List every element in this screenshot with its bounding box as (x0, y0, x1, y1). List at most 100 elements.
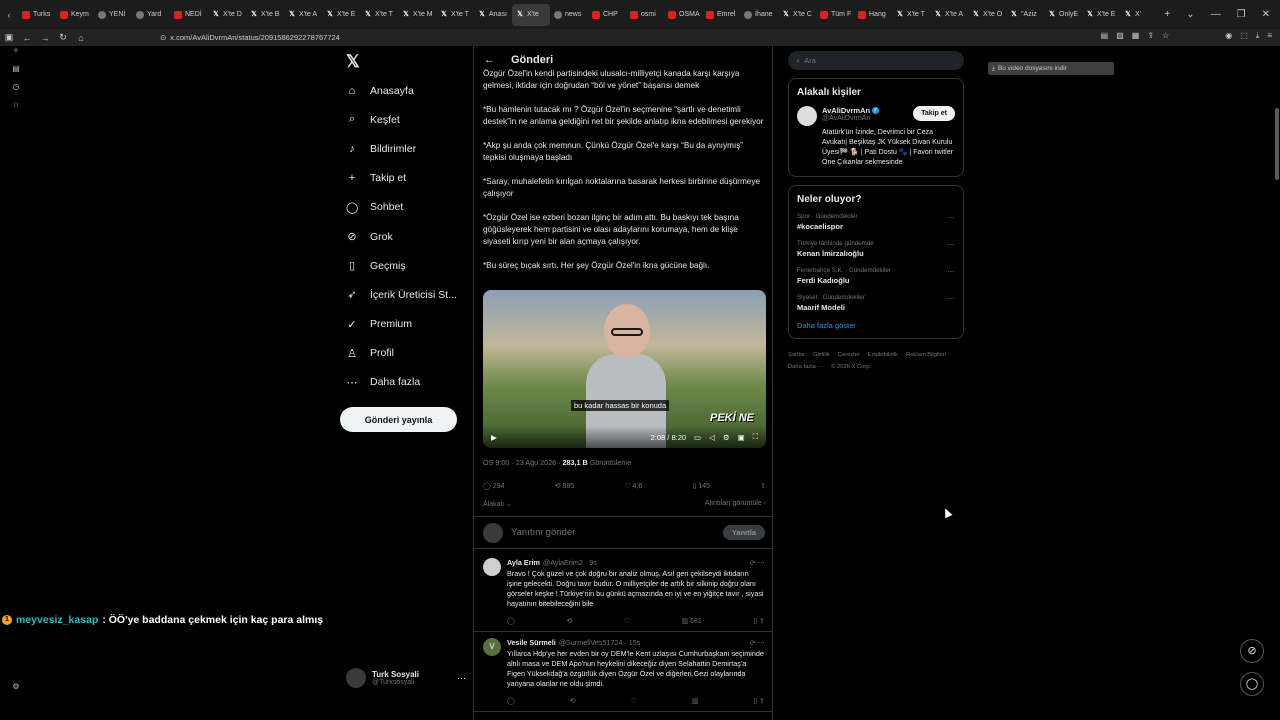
more-dots-icon[interactable]: ⟳ ⋯ (750, 558, 765, 567)
browser-tab[interactable]: osmi (626, 4, 664, 26)
views-action[interactable]: ▥ (692, 697, 699, 705)
messages-float-button[interactable]: ◯ (1240, 672, 1264, 696)
capture-icon[interactable]: ▦ (1132, 31, 1140, 41)
reply-post[interactable]: Ayla Erim @AylaErim2 · 9s ⟳ ⋯ Bravo ! Çok g… (474, 558, 772, 632)
tab-list-icon[interactable]: ⌄ (1186, 9, 1194, 20)
browser-tab[interactable]: CHP (588, 4, 626, 26)
browser-tab[interactable]: news (550, 4, 588, 26)
sidebar-item[interactable]: ◯ Sohbet (340, 193, 470, 222)
play-icon[interactable]: ▶ (491, 433, 497, 442)
more-dots-icon[interactable]: ⋯ (947, 240, 955, 258)
footer-link[interactable]: Daha fazla ··· (788, 361, 823, 373)
sidebar-item[interactable]: ⌕ Keşfet (340, 105, 470, 134)
sidebar-toggle-icon[interactable]: ▣ (0, 32, 18, 43)
share-icon[interactable]: ⇪ (760, 482, 766, 490)
back-arrow-icon[interactable]: ← (484, 54, 495, 66)
captions-icon[interactable]: ▭ (694, 433, 701, 442)
new-tab-icon[interactable]: + (1164, 9, 1170, 20)
trend-item[interactable]: Siyaset · Gündemdekiler Maarif Modeli ⋯ (797, 294, 955, 312)
screenshot-icon[interactable]: ▨ (1116, 31, 1124, 41)
scrollbar[interactable] (1275, 108, 1279, 180)
tab-scroll-left-icon[interactable]: ‹ (0, 10, 18, 20)
search-input[interactable]: ⌕ Ara (788, 51, 964, 70)
forward-icon[interactable]: → (36, 33, 54, 43)
browser-tab[interactable]: 𝕏 X'te (512, 3, 550, 26)
follow-button[interactable]: Takip et (913, 106, 955, 121)
browser-tab[interactable]: Hang (854, 4, 892, 26)
more-dots-icon[interactable]: ⋯ (947, 294, 955, 312)
view-quotes-link[interactable]: Alıntıları görüntüle › (705, 500, 766, 508)
show-more-link[interactable]: Daha fazla göster (797, 321, 955, 330)
settings-icon[interactable]: ⚙ (0, 682, 32, 700)
sidebar-item[interactable]: ♪ Bildirimler (340, 134, 470, 163)
reply-post[interactable]: V Vesile Sürmeli @SurmeliVes51724 · 15s ⟳ ⋯… (474, 638, 772, 712)
browser-tab[interactable]: Yard (132, 4, 170, 26)
browser-tab[interactable]: 𝕏 X'te C (778, 4, 816, 26)
browser-tab[interactable]: 𝕏 "Aziz (1006, 4, 1044, 26)
close-icon[interactable]: ✕ (1262, 9, 1270, 20)
browser-tab[interactable]: 𝕏 X'te A (930, 4, 968, 26)
repost-icon[interactable]: ⟲ (570, 697, 576, 705)
account-switcher[interactable]: Turk Sosyali @Turksosyali ⋯ (346, 668, 466, 688)
footer-link[interactable]: © 2026 X Corp. (831, 361, 871, 373)
views-action[interactable]: ▥ 681 (682, 617, 702, 625)
download-video-bar[interactable]: ⤓ Bu video dosyasını indir (988, 62, 1114, 75)
browser-tab[interactable]: 𝕏 OnlyE (1044, 4, 1082, 26)
browser-tab[interactable]: 𝕏 X'te A (284, 4, 322, 26)
browser-tab[interactable]: 𝕏 X'te E (322, 4, 360, 26)
pip-icon[interactable]: ▣ (738, 433, 745, 442)
bookmark-share-icons[interactable]: ▯ ⇪ (753, 617, 765, 625)
sidebar-item[interactable]: ⊘ Grok (340, 222, 470, 251)
browser-tab[interactable]: YENİ (94, 4, 132, 26)
browser-tab[interactable]: Emrel (702, 4, 740, 26)
browser-tab[interactable]: NEDİ (170, 4, 208, 26)
browser-tab[interactable]: 𝕏 X'te E (1082, 4, 1120, 26)
x-logo-icon[interactable]: 𝕏 (346, 52, 470, 76)
reply-icon[interactable]: ◯ (507, 697, 515, 705)
browser-menu-icon[interactable]: ≡ (1267, 31, 1272, 41)
browser-tab[interactable]: İhane (740, 4, 778, 26)
download-icon[interactable]: ⤓ (1256, 31, 1260, 41)
reply-icon[interactable]: ◯ (507, 617, 515, 625)
ai-icon[interactable]: ✧ (0, 46, 32, 64)
browser-tab[interactable]: 𝕏 X'te M (398, 4, 436, 26)
sidebar-item[interactable]: ⋯ Daha fazla (340, 368, 470, 397)
sidebar-item[interactable]: ▯ Geçmiş (340, 251, 470, 280)
trend-item[interactable]: Fenerbahçe S.K. · Gündemdekiler Ferdi Kad… (797, 267, 955, 285)
reply-sort-dropdown[interactable]: Alakalı ⌄ (483, 500, 512, 508)
browser-tab[interactable]: Tüm F (816, 4, 854, 26)
favorites-icon[interactable]: ☆ (0, 100, 32, 118)
footer-link[interactable]: Çerezler (838, 349, 860, 361)
bookmark-share-icons[interactable]: ▯ ⇪ (753, 697, 765, 705)
repost-action[interactable]: ⟲ 885 (555, 482, 575, 490)
reply-action[interactable]: ◯ 294 (483, 482, 504, 490)
heart-icon[interactable]: ♡ (631, 697, 637, 705)
sidebar-item[interactable]: ➶ İçerik Üreticisi St... (340, 280, 470, 309)
trend-item[interactable]: Türkiye tarihinde gündemde Kenan İmirzalı… (797, 240, 955, 258)
post-button[interactable]: Gönderi yayınla (340, 407, 457, 433)
back-icon[interactable]: ← (18, 33, 36, 43)
trend-item[interactable]: Spor · Gündemdekiler #kocaelispor ⋯ (797, 213, 955, 231)
sidebar-item[interactable]: + Takip et (340, 164, 470, 193)
browser-tab[interactable]: 𝕏 Anası (474, 4, 512, 26)
footer-link[interactable]: Şartlar (788, 349, 805, 361)
footer-link[interactable]: Reklam Bilgileri (906, 349, 946, 361)
grok-float-button[interactable]: ⊘ (1240, 639, 1264, 663)
browser-tab[interactable]: 𝕏 X' (1120, 4, 1158, 26)
sidebar-item[interactable]: ✓ Premium (340, 310, 470, 339)
reload-icon[interactable]: ↻ (54, 32, 72, 43)
browser-tab[interactable]: 𝕏 X'te T (892, 4, 930, 26)
more-dots-icon[interactable]: ⋯ (457, 673, 466, 684)
browser-tab[interactable]: OSMA (664, 4, 702, 26)
more-dots-icon[interactable]: ⟳ ⋯ (750, 638, 765, 647)
share-icon[interactable]: ⇪ (1147, 31, 1154, 41)
sidebar-item[interactable]: ♙ Profil (340, 339, 470, 368)
volume-icon[interactable]: ◁ (709, 433, 715, 442)
minimize-icon[interactable]: — (1211, 9, 1221, 20)
history-icon[interactable]: ◷ (0, 82, 32, 100)
maximize-icon[interactable]: ❐ (1237, 9, 1246, 20)
like-action[interactable]: ♡ 4,6 (624, 482, 642, 490)
reader-icon[interactable]: ▤ (1101, 31, 1109, 41)
bookmark-action[interactable]: ▯ 145 (692, 482, 710, 490)
home-icon[interactable]: ⌂ (72, 33, 90, 43)
